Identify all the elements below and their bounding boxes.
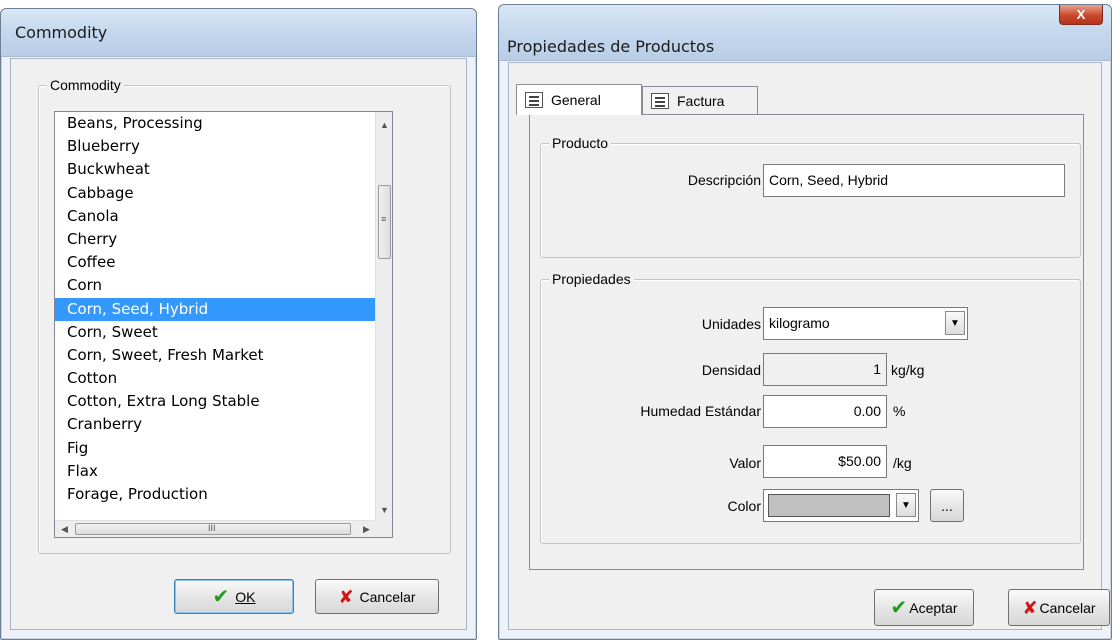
commodity-list[interactable]: Beans, Processing Blueberry Buckwheat Cabba… [55, 112, 375, 520]
chevron-down-icon[interactable]: ▼ [945, 311, 965, 335]
close-button[interactable]: X [1059, 5, 1103, 25]
producto-group: Producto [540, 134, 1081, 258]
check-icon: ✔ [890, 596, 908, 619]
humedad-unit: % [893, 403, 906, 419]
valor-unit: /kg [893, 455, 912, 471]
thumb-grip-icon: III [208, 523, 216, 533]
list-item[interactable]: Coffee [55, 251, 375, 274]
invoice-icon [651, 92, 669, 109]
scroll-up-arrow-icon[interactable]: ▲ [376, 116, 393, 133]
product-title-bar[interactable]: Propiedades de Productos X [499, 5, 1111, 61]
tab-factura-label: Factura [677, 92, 725, 109]
aceptar-button[interactable]: ✔ Aceptar [874, 589, 974, 626]
scroll-down-arrow-icon[interactable]: ▼ [376, 501, 393, 518]
humedad-input[interactable]: 0.00 [763, 395, 887, 428]
unidades-value: kilogramo [769, 315, 830, 331]
list-item[interactable]: Cranberry [55, 413, 375, 436]
color-more-button[interactable]: ... [930, 489, 964, 522]
color-label: Color [727, 498, 761, 514]
close-icon: X [1076, 7, 1086, 22]
list-item[interactable]: Beans, Processing [55, 112, 375, 135]
descripcion-input[interactable]: Corn, Seed, Hybrid [763, 164, 1065, 197]
color-select[interactable]: ▼ [763, 489, 919, 522]
list-item[interactable]: Corn, Sweet, Fresh Market [55, 344, 375, 367]
list-item[interactable]: Cotton, Extra Long Stable [55, 390, 375, 413]
thumb-grip-icon: ≡ [381, 214, 387, 224]
scroll-right-arrow-icon[interactable]: ▶ [358, 521, 375, 538]
list-item[interactable]: Cherry [55, 228, 375, 251]
ok-button[interactable]: ✔ OK [174, 579, 294, 614]
list-item[interactable]: Cabbage [55, 182, 375, 205]
vertical-scrollbar[interactable]: ▲ ≡ ▼ [375, 112, 392, 520]
list-item[interactable]: Corn [55, 274, 375, 297]
list-item[interactable]: Buckwheat [55, 158, 375, 181]
unidades-select[interactable]: kilogramo ▼ [763, 307, 968, 340]
properties-icon [525, 92, 543, 108]
horizontal-scrollbar[interactable]: ◀ III ▶ [55, 520, 375, 537]
tab-general[interactable]: General [516, 84, 642, 115]
ellipsis-icon: ... [941, 497, 953, 514]
vertical-scroll-thumb[interactable]: ≡ [378, 185, 391, 259]
cancel-button[interactable]: ✘ Cancelar [315, 579, 439, 614]
scroll-left-arrow-icon[interactable]: ◀ [56, 521, 73, 538]
tab-general-label: General [551, 92, 601, 108]
check-icon: ✔ [212, 585, 230, 608]
unidades-label: Unidades [701, 316, 761, 332]
x-icon: ✘ [338, 586, 354, 607]
product-title: Propiedades de Productos [507, 37, 715, 56]
chevron-down-icon[interactable]: ▼ [896, 493, 916, 517]
list-item[interactable]: Forage, Production [55, 483, 375, 506]
descripcion-label: Descripción [687, 172, 761, 188]
densidad-label: Densidad [701, 362, 761, 378]
x-icon: ✘ [1022, 597, 1038, 618]
list-item[interactable]: Fig [55, 437, 375, 460]
ok-button-label: OK [235, 588, 256, 605]
list-item[interactable]: Cotton [55, 367, 375, 390]
valor-input[interactable]: $50.00 [763, 445, 887, 478]
commodity-group-label: Commodity [47, 76, 124, 94]
commodity-listbox[interactable]: Beans, Processing Blueberry Buckwheat Cabba… [54, 111, 393, 538]
cancel-button-label: Cancelar [359, 588, 416, 605]
list-item[interactable]: Corn, Seed, Hybrid [55, 297, 375, 321]
scroll-corner [375, 520, 392, 537]
densidad-field: 1 [763, 353, 887, 386]
cancelar-button[interactable]: ✘ Cancelar [1008, 589, 1110, 626]
valor-label: Valor [729, 455, 761, 471]
commodity-title-bar[interactable]: Commodity [1, 9, 476, 57]
list-item[interactable]: Canola [55, 205, 375, 228]
aceptar-button-label: Aceptar [909, 599, 958, 616]
tab-factura[interactable]: Factura [642, 86, 758, 114]
propiedades-group-label: Propiedades [549, 270, 634, 288]
list-item[interactable]: Blueberry [55, 135, 375, 158]
producto-group-label: Producto [549, 134, 612, 152]
densidad-unit: kg/kg [891, 362, 925, 378]
commodity-title: Commodity [15, 23, 108, 42]
list-item[interactable]: Corn, Sweet [55, 321, 375, 344]
color-swatch [768, 494, 890, 517]
horizontal-scroll-thumb[interactable]: III [75, 523, 351, 535]
cancelar-button-label: Cancelar [1039, 599, 1096, 616]
humedad-label: Humedad Estándar [640, 403, 761, 419]
list-item[interactable]: Flax [55, 460, 375, 483]
